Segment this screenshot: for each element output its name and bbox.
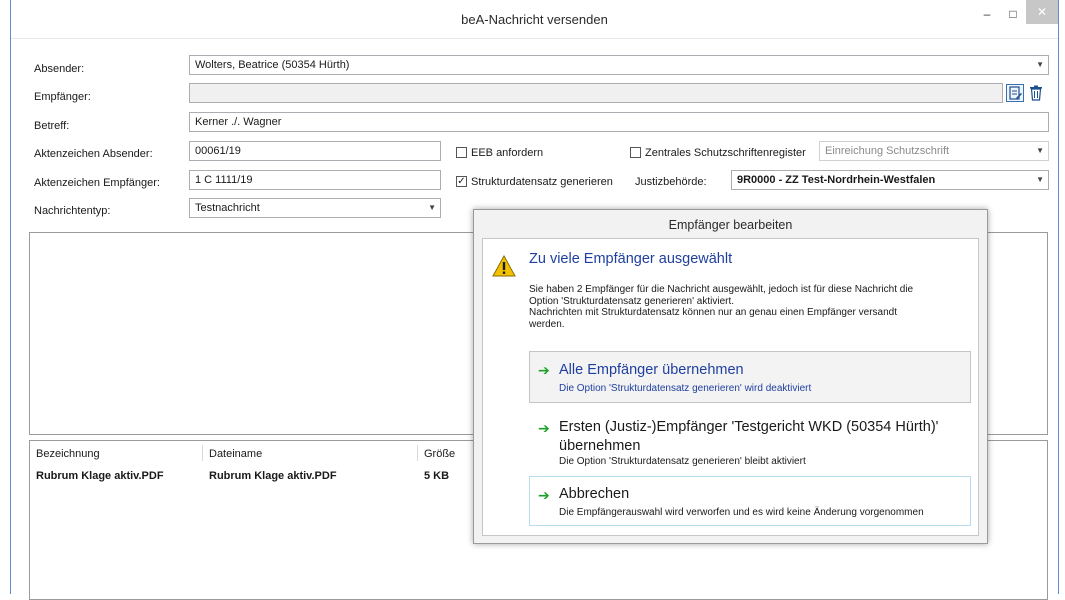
green-arrow-icon: ➔ bbox=[538, 420, 550, 436]
betreff-label: Betreff: bbox=[34, 120, 70, 132]
column-header-bezeichnung[interactable]: Bezeichnung bbox=[36, 448, 100, 460]
minimize-button[interactable]: – bbox=[974, 4, 1000, 24]
justiz-select[interactable]: 9R0000 - ZZ Test-Nordrhein-Westfalen ▼ bbox=[731, 170, 1049, 190]
empfaenger-label: Empfänger: bbox=[34, 91, 91, 103]
struktur-label: Strukturdatensatz generieren bbox=[471, 176, 613, 188]
cell-bezeichnung: Rubrum Klage aktiv.PDF bbox=[36, 470, 164, 482]
option-first-recipient-button[interactable]: ➔ Ersten (Justiz-)Empfänger 'Testgericht… bbox=[529, 411, 971, 469]
absender-select[interactable]: Wolters, Beatrice (50354 Hürth) ▼ bbox=[189, 55, 1049, 75]
justiz-label: Justizbehörde: bbox=[635, 176, 707, 188]
dialog-message-line: Nachrichten mit Strukturdatensatz können… bbox=[529, 307, 897, 318]
schutzschrift-select[interactable]: Einreichung Schutzschrift ▼ bbox=[819, 141, 1049, 161]
title-bar: beA-Nachricht versenden – □ ✕ bbox=[11, 0, 1058, 39]
option-title: Alle Empfänger übernehmen bbox=[559, 362, 744, 378]
eeb-checkbox[interactable] bbox=[456, 147, 467, 158]
eeb-label: EEB anfordern bbox=[471, 147, 544, 159]
schutzschrift-label: Zentrales Schutzschriftenregister bbox=[645, 147, 806, 159]
green-arrow-icon: ➔ bbox=[538, 487, 550, 503]
trash-icon bbox=[1030, 85, 1042, 101]
dialog-message: Sie haben 2 Empfänger für die Nachricht … bbox=[529, 284, 969, 330]
empfaenger-field[interactable] bbox=[189, 83, 1003, 103]
column-header-dateiname[interactable]: Dateiname bbox=[209, 448, 262, 460]
edit-recipients-button[interactable] bbox=[1006, 84, 1024, 102]
cell-dateiname: Rubrum Klage aktiv.PDF bbox=[209, 470, 337, 482]
dialog-body: Zu viele Empfänger ausgewählt Sie haben … bbox=[482, 238, 979, 536]
option-description: Die Option 'Strukturdatensatz generieren… bbox=[559, 456, 806, 467]
az-absender-label: Aktenzeichen Absender: bbox=[34, 148, 153, 160]
schutzschrift-select-value: Einreichung Schutzschrift bbox=[825, 145, 950, 157]
nachrichtentyp-value: Testnachricht bbox=[195, 202, 260, 214]
option-description: Die Option 'Strukturdatensatz generieren… bbox=[559, 383, 812, 394]
option-cancel-button[interactable]: ➔ Abbrechen Die Empfängerauswahl wird ve… bbox=[529, 476, 971, 526]
schutzschrift-checkbox[interactable] bbox=[630, 147, 641, 158]
struktur-checkbox[interactable]: ✓ bbox=[456, 176, 467, 187]
dialog-message-line: Option 'Strukturdatensatz generieren' ak… bbox=[529, 295, 735, 307]
option-title: Ersten (Justiz-)Empfänger 'Testgericht W… bbox=[559, 418, 938, 456]
absender-label: Absender: bbox=[34, 63, 85, 75]
absender-value: Wolters, Beatrice (50354 Hürth) bbox=[195, 59, 350, 71]
dialog-message-line: Sie haben 2 Empfänger für die Nachricht … bbox=[529, 284, 914, 295]
option-accept-all-button[interactable]: ➔ Alle Empfänger übernehmen Die Option '… bbox=[529, 351, 971, 403]
justiz-value: 9R0000 - ZZ Test-Nordrhein-Westfalen bbox=[737, 174, 936, 186]
betreff-input[interactable]: Kerner ./. Wagner bbox=[189, 112, 1049, 132]
maximize-button[interactable]: □ bbox=[1000, 4, 1026, 24]
column-divider bbox=[202, 445, 203, 461]
column-header-groesse[interactable]: Größe bbox=[424, 448, 455, 460]
option-title: Abbrechen bbox=[559, 486, 630, 502]
dialog-title: Empfänger bearbeiten bbox=[668, 218, 793, 232]
az-absender-input[interactable]: 00061/19 bbox=[189, 141, 441, 161]
chevron-down-icon: ▼ bbox=[1036, 146, 1044, 155]
chevron-down-icon: ▼ bbox=[1036, 175, 1044, 184]
nachrichtentyp-select[interactable]: Testnachricht ▼ bbox=[189, 198, 441, 218]
close-button[interactable]: ✕ bbox=[1026, 0, 1058, 24]
window-title: beA-Nachricht versenden bbox=[461, 12, 608, 27]
option-title-line: übernehmen bbox=[559, 438, 641, 454]
edit-recipients-dialog: Empfänger bearbeiten Zu viele Empfänger … bbox=[473, 209, 988, 544]
warning-triangle-icon bbox=[492, 255, 516, 277]
cell-groesse: 5 KB bbox=[424, 470, 450, 482]
az-empfaenger-input[interactable]: 1 C 1111/19 bbox=[189, 170, 441, 190]
column-divider bbox=[417, 445, 418, 461]
option-description: Die Empfängerauswahl wird verworfen und … bbox=[559, 507, 924, 518]
dialog-message-line: werden. bbox=[529, 318, 565, 330]
chevron-down-icon: ▼ bbox=[428, 203, 436, 212]
nachrichtentyp-label: Nachrichtentyp: bbox=[34, 205, 111, 217]
delete-recipients-button[interactable] bbox=[1027, 84, 1045, 102]
green-arrow-icon: ➔ bbox=[538, 362, 550, 378]
option-title-line: Ersten (Justiz-)Empfänger 'Testgericht W… bbox=[559, 419, 939, 435]
az-empfaenger-label: Aktenzeichen Empfänger: bbox=[34, 177, 160, 189]
chevron-down-icon: ▼ bbox=[1036, 60, 1044, 69]
dialog-heading: Zu viele Empfänger ausgewählt bbox=[529, 251, 733, 267]
edit-list-icon bbox=[1009, 86, 1022, 100]
